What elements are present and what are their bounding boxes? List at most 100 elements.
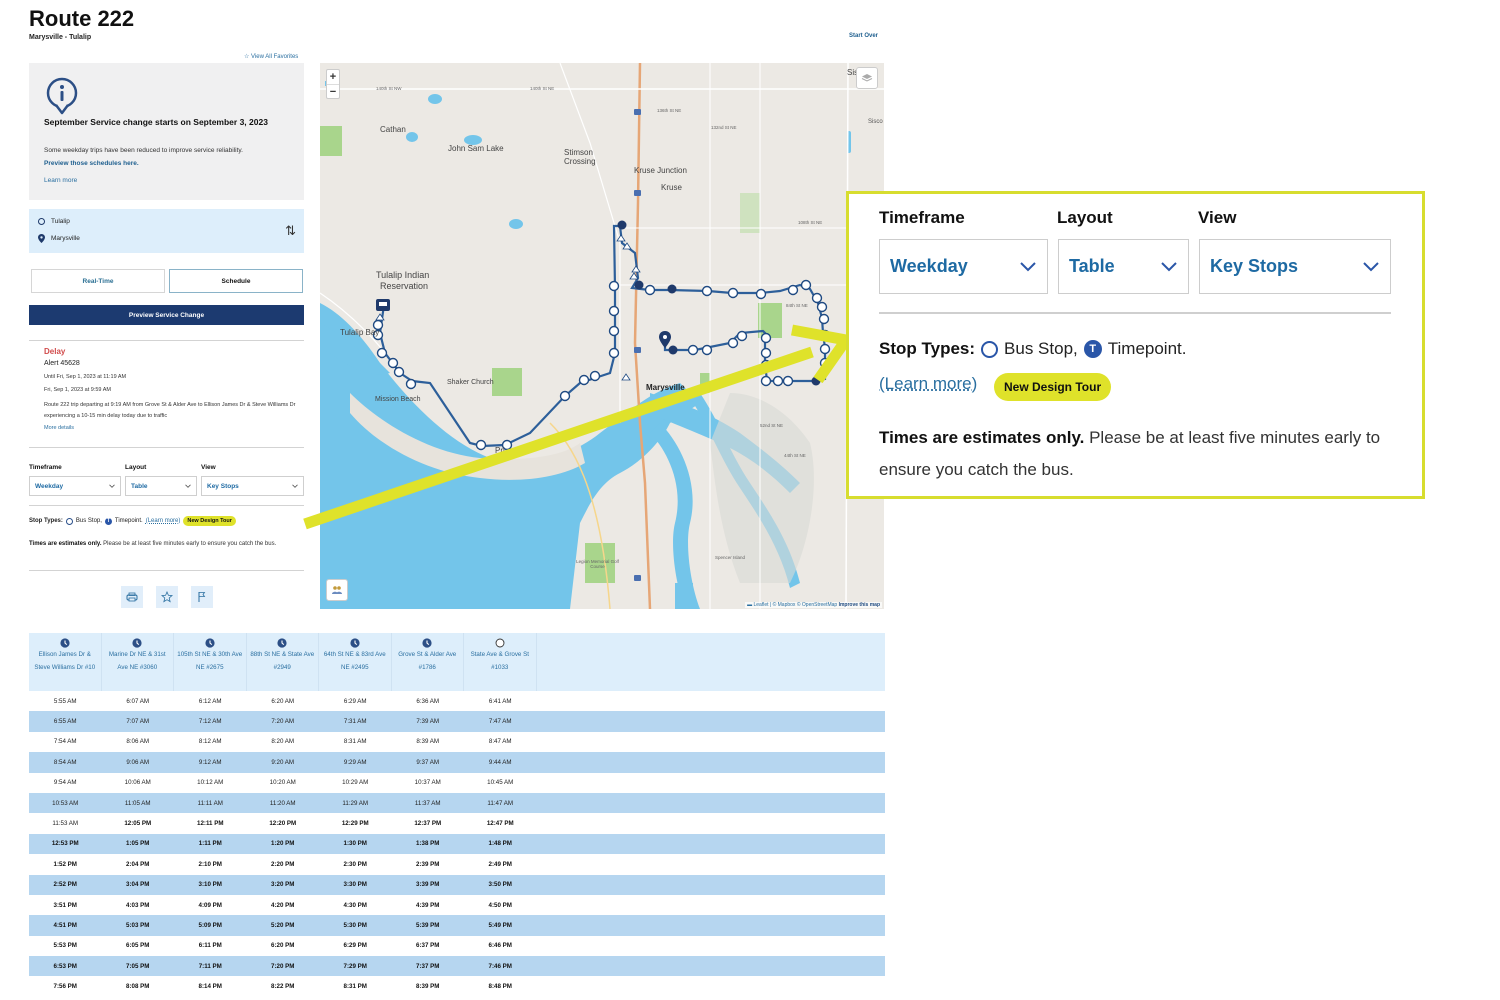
time-cell: 3:50 PM — [488, 881, 512, 889]
time-cell: 5:49 PM — [488, 921, 512, 929]
time-cell: 11:53 AM — [52, 820, 79, 828]
table-row: 3:51 PM 4:03 PM 4:09 PM 4:20 PM 4:30 PM 4:39 … — [29, 895, 885, 915]
bus-stop-icon — [981, 340, 999, 358]
stop-name[interactable]: Marine Dr NE & 31st Ave NE #3060 — [102, 649, 174, 674]
route-end-pin — [659, 331, 671, 348]
stop-name[interactable]: State Ave & Grove St #1033 — [464, 649, 536, 674]
more-details-link[interactable]: More details — [44, 425, 299, 431]
table-row: 5:55 AM 6:07 AM 6:12 AM 6:20 AM 6:29 AM 6:36 … — [29, 691, 885, 711]
table-row: 6:55 AM 7:07 AM 7:12 AM 7:20 AM 7:31 AM 7:39 … — [29, 711, 885, 732]
time-cell: 9:37 AM — [416, 758, 440, 766]
layout-select[interactable]: Table — [125, 476, 197, 496]
time-cell: 4:30 PM — [343, 901, 367, 909]
stop-column-header: 105th St NE & 30th Ave NE #2675 — [174, 633, 247, 691]
timepoint-clock-icon — [132, 638, 142, 648]
view-select[interactable]: Key Stops — [201, 476, 304, 496]
new-design-tour-button[interactable]: New Design Tour — [183, 516, 236, 526]
alert-type: Delay — [44, 347, 66, 356]
timepoint-clock-icon — [60, 638, 70, 648]
time-cell: 6:29 AM — [343, 697, 367, 705]
time-cell: 4:39 PM — [416, 901, 440, 909]
report-button[interactable] — [191, 586, 213, 608]
time-cell: 11:05 AM — [124, 799, 151, 807]
time-cell: 2:10 PM — [198, 860, 222, 868]
stop-types-legend: Stop Types: Bus Stop, T Timepoint. (Lear… — [29, 516, 236, 526]
alert-until: Until Fri, Sep 1, 2023 at 11:19 AM — [44, 374, 127, 380]
legend-learn-more-link[interactable]: (Learn more) — [146, 518, 181, 524]
table-row: 10:53 AM 11:05 AM 11:11 AM 11:20 AM 11:29 AM… — [29, 792, 885, 814]
time-cell: 5:39 PM — [416, 921, 440, 929]
timepoint-clock-icon — [277, 638, 287, 648]
print-button[interactable] — [121, 586, 143, 608]
table-row: 1:52 PM 2:04 PM 2:10 PM 2:20 PM 2:30 PM 2:39 … — [29, 854, 885, 874]
time-cell: 6:53 PM — [53, 962, 77, 970]
attribution-links[interactable]: ▬ Leaflet | © Mapbox © OpenStreetMap — [747, 602, 837, 608]
callout-timeframe-select[interactable]: Weekday — [879, 239, 1048, 294]
improve-map-link[interactable]: Improve this map — [839, 602, 880, 608]
estimates-note: Times are estimates only. Please be at l… — [29, 538, 299, 550]
time-cell: 4:20 PM — [271, 901, 295, 909]
zoom-out-button[interactable]: − — [327, 84, 339, 98]
callout-new-design-tour-button[interactable]: New Design Tour — [994, 373, 1112, 401]
time-cell: 6:29 PM — [343, 942, 367, 950]
time-cell: 4:50 PM — [488, 901, 512, 909]
view-value: Key Stops — [207, 482, 239, 490]
time-cell: 8:39 PM — [416, 983, 440, 991]
park — [492, 368, 522, 396]
tab-schedule[interactable]: Schedule — [169, 269, 303, 293]
stop-name[interactable]: 88th St NE & State Ave #2949 — [247, 649, 319, 674]
chevron-down-icon — [1161, 261, 1177, 271]
time-cell: 3:10 PM — [198, 881, 222, 889]
street-84th-ne: 84th St NE — [786, 303, 808, 308]
map-label-priest-point: Pri — [495, 446, 505, 455]
lake — [428, 94, 442, 104]
view-favorites-link[interactable]: ☆ View All Favorites — [244, 53, 298, 60]
time-cell: 1:38 PM — [416, 840, 440, 848]
callout-stop-types: Stop Types: Bus Stop, T Timepoint. — [879, 339, 1186, 359]
start-over-link[interactable]: Start Over — [849, 33, 878, 39]
swap-direction-icon[interactable]: ⇅ — [285, 223, 296, 239]
notice-learn-more-link[interactable]: Learn more — [44, 177, 77, 184]
timepoint-clock-icon — [422, 638, 432, 648]
callout-layout-select[interactable]: Table — [1058, 239, 1189, 294]
time-cell: 2:30 PM — [343, 860, 367, 868]
time-cell: 8:31 AM — [343, 738, 367, 746]
table-row: 7:56 PM 8:08 PM 8:14 PM 8:22 PM 8:31 PM 8:39 … — [29, 976, 885, 996]
view-tabs: Real-Time Schedule — [31, 269, 303, 293]
nearby-users-button[interactable] — [326, 579, 348, 601]
time-cell: 6:05 PM — [126, 942, 150, 950]
time-cell: 6:41 AM — [488, 697, 512, 705]
time-cell: 7:07 AM — [126, 718, 150, 726]
route-map[interactable]: Sisco Sisco Cathan John Sam Lake Stimson… — [320, 63, 884, 609]
info-pin-icon — [46, 77, 78, 115]
callout-view-select[interactable]: Key Stops — [1199, 239, 1391, 294]
time-cell: 8:06 AM — [126, 738, 150, 746]
map-label-kruse-junction: Kruse Junction — [634, 166, 687, 175]
stop-name[interactable]: Grove St & Alder Ave #1786 — [392, 649, 464, 674]
callout-learn-more-link[interactable]: (Learn more) — [879, 374, 977, 394]
stop-name[interactable]: 64th St NE & 83rd Ave NE #2495 — [319, 649, 391, 674]
tab-real-time[interactable]: Real-Time — [31, 269, 165, 293]
table-row: 5:53 PM 6:05 PM 6:11 PM 6:20 PM 6:29 PM 6:37 … — [29, 936, 885, 956]
alert-description: Route 222 trip departing at 9:19 AM from… — [44, 402, 296, 419]
time-cell: 1:20 PM — [271, 840, 295, 848]
lake — [406, 132, 418, 142]
preview-schedules-link[interactable]: Preview those schedules here. — [44, 160, 139, 167]
time-cell: 12:29 PM — [341, 820, 369, 828]
stop-name[interactable]: Ellison James Dr & Steve Williams Dr #10 — [29, 649, 101, 674]
table-row: 12:53 PM 1:05 PM 1:11 PM 1:20 PM 1:30 PM 1:38… — [29, 833, 885, 855]
preview-service-change-button[interactable]: Preview Service Change — [29, 305, 304, 325]
zoom-in-button[interactable]: + — [327, 70, 339, 84]
table-row: 11:53 AM 12:05 PM 12:11 PM 12:20 PM 12:29 PM… — [29, 813, 885, 833]
view-group: View Key Stops — [201, 464, 304, 496]
stop-name[interactable]: 105th St NE & 30th Ave NE #2675 — [174, 649, 246, 674]
favorite-button[interactable] — [156, 586, 178, 608]
timeframe-select[interactable]: Weekday — [29, 476, 121, 496]
layers-button[interactable] — [856, 67, 878, 89]
callout-timeframe-label: Timeframe — [879, 208, 965, 227]
time-cell: 7:31 AM — [343, 718, 367, 726]
time-cell: 11:11 AM — [197, 799, 223, 807]
time-cell: 6:20 PM — [271, 942, 295, 950]
estimates-text: Please be at least five minutes early to… — [101, 541, 277, 547]
time-cell: 11:47 AM — [487, 799, 514, 807]
